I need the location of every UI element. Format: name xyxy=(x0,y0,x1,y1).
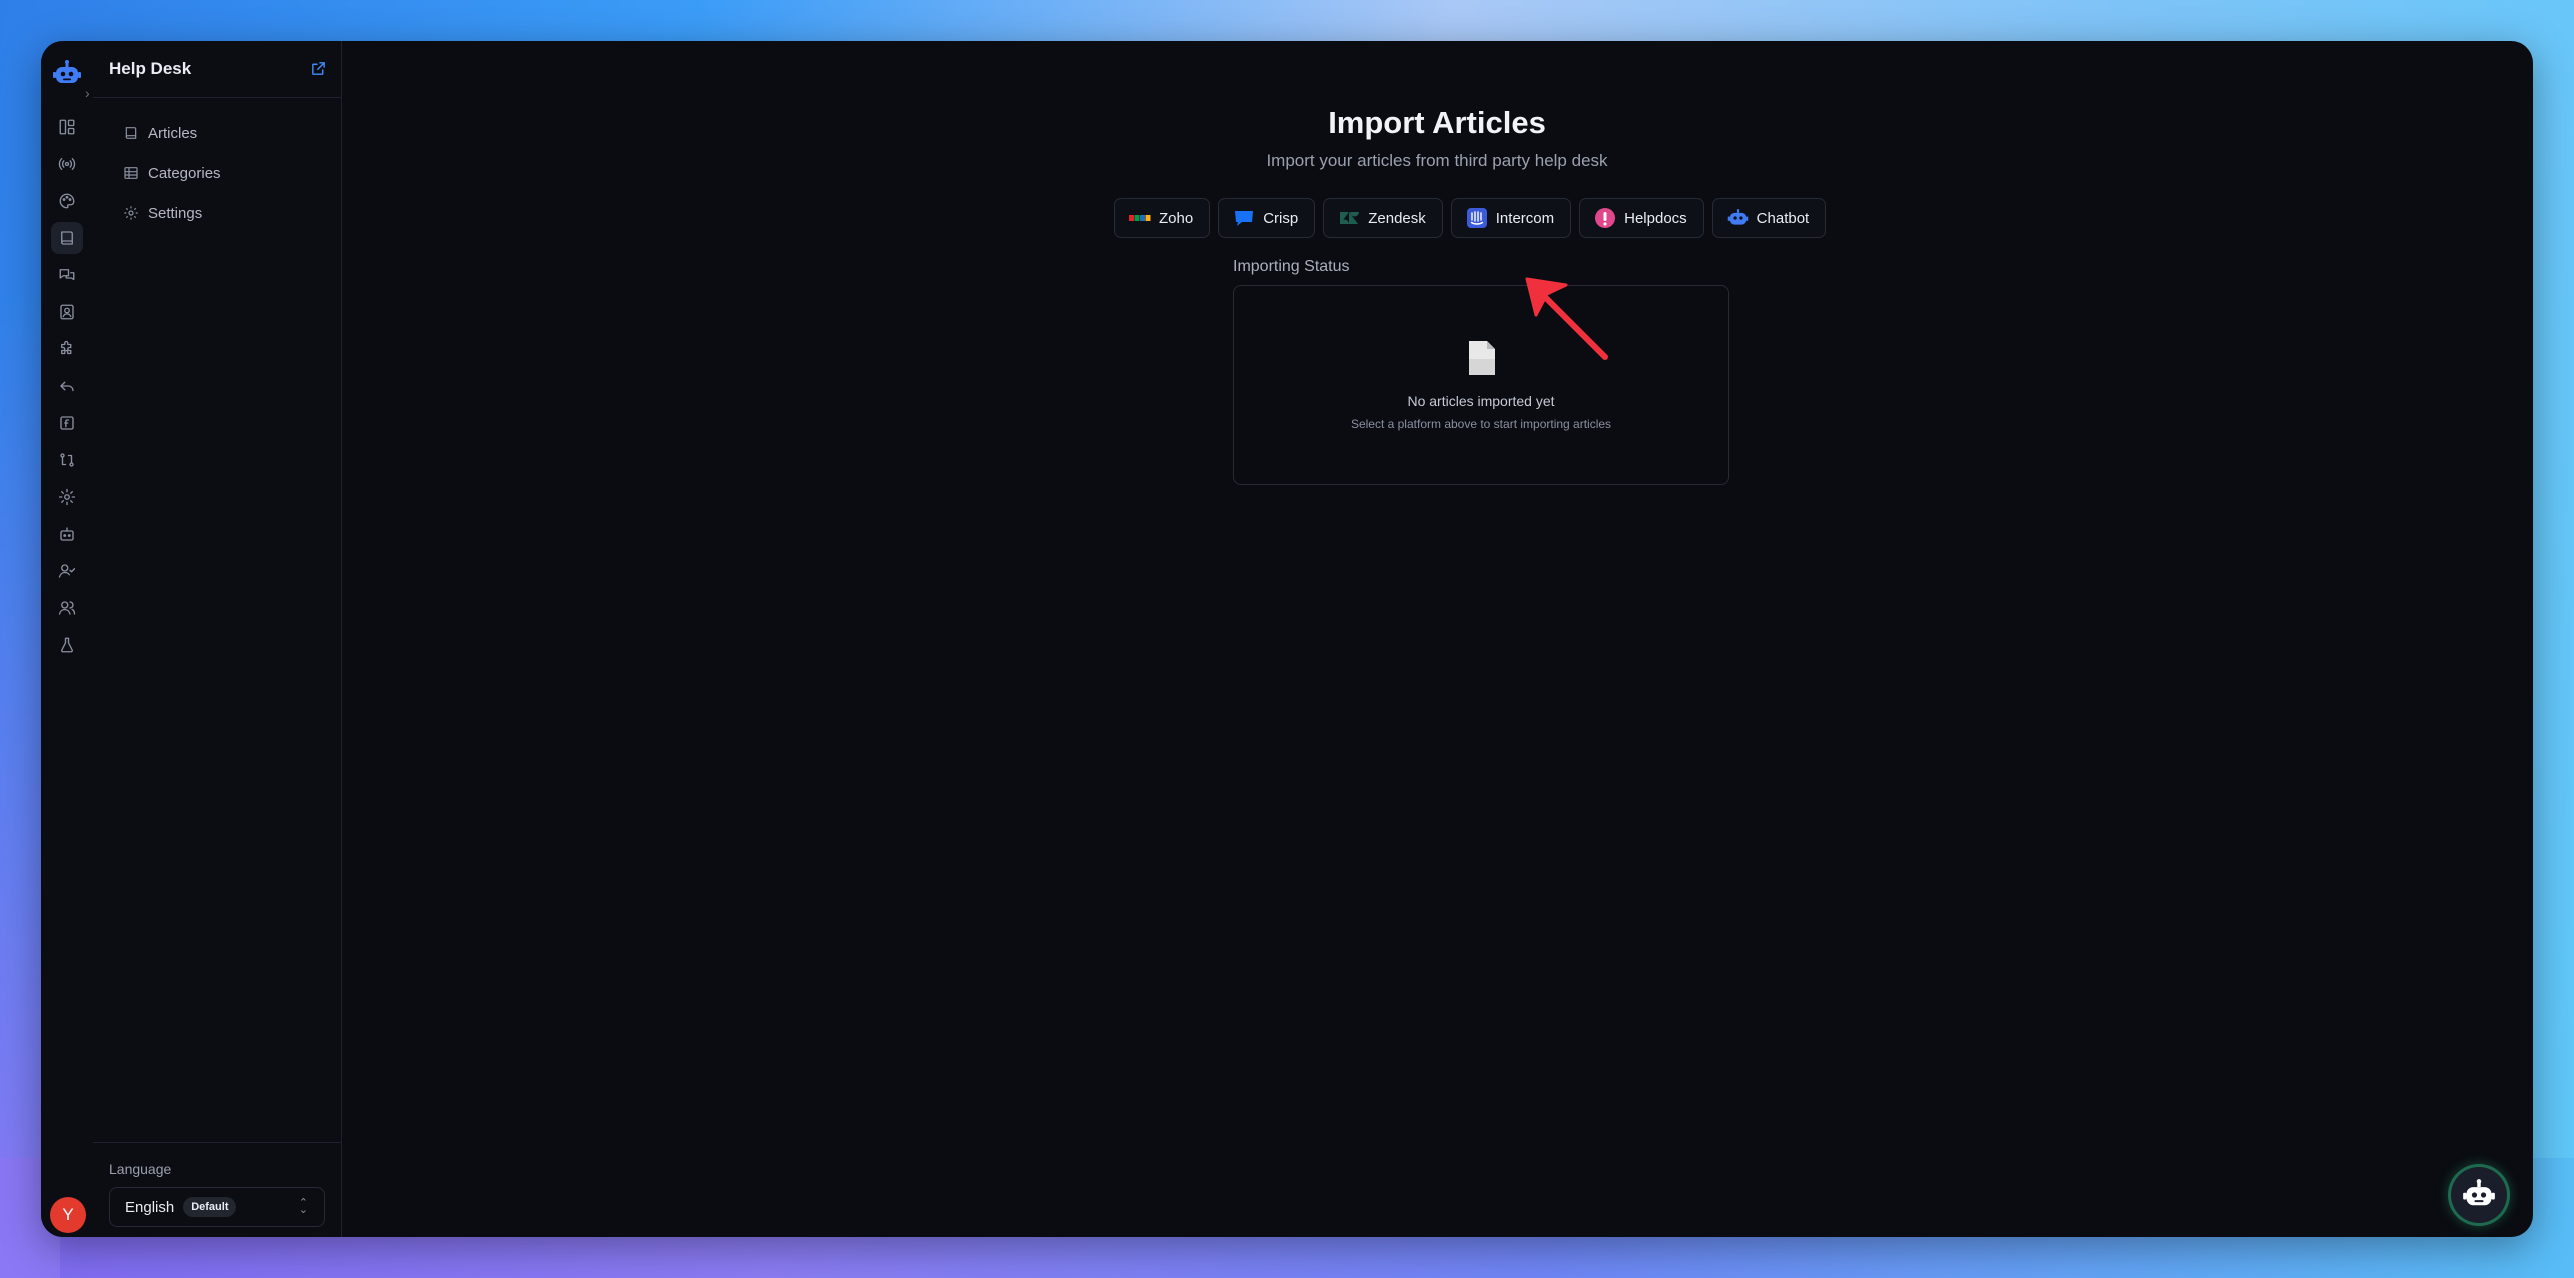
contacts-icon[interactable] xyxy=(51,296,83,328)
user-check-icon[interactable] xyxy=(51,555,83,587)
user-avatar[interactable]: Y xyxy=(50,1197,86,1233)
platform-label: Crisp xyxy=(1263,209,1299,227)
sidebar-item-categories[interactable]: Categories xyxy=(109,153,221,193)
annotation-arrow-icon xyxy=(1484,241,1624,371)
platform-label: Helpdocs xyxy=(1624,209,1687,227)
platform-label: Zendesk xyxy=(1368,209,1426,227)
gear-icon[interactable] xyxy=(51,481,83,513)
sidebar-item-articles[interactable]: Articles xyxy=(109,113,221,153)
language-select[interactable]: English Default ⌃ ⌄ xyxy=(109,1187,325,1227)
chatbot-button[interactable]: Chatbot xyxy=(1711,198,1827,238)
empty-state-subtitle: Select a platform above to start importi… xyxy=(1350,417,1612,431)
help-desk-sidebar: Help Desk Articles Categories Settings L… xyxy=(93,41,342,1237)
flask-icon[interactable] xyxy=(51,629,83,661)
language-section: Language English Default ⌃ ⌄ xyxy=(93,1142,341,1237)
sidebar-title: Help Desk xyxy=(109,59,192,78)
intercom-logo-icon xyxy=(1466,207,1488,229)
helpdocs-logo-icon xyxy=(1594,207,1616,229)
platform-label: Intercom xyxy=(1495,209,1555,227)
platform-label: Zoho xyxy=(1159,209,1194,227)
page-subtitle: Import your articles from third party he… xyxy=(1266,151,1608,170)
sidebar-item-settings[interactable]: Settings xyxy=(109,193,221,233)
table-icon xyxy=(124,167,138,179)
default-badge: Default xyxy=(183,1197,237,1217)
reply-icon[interactable] xyxy=(51,370,83,402)
chatbot-launcher-button[interactable] xyxy=(2451,1167,2507,1223)
puzzle-icon[interactable] xyxy=(51,333,83,365)
importing-status-label: Importing Status xyxy=(1233,258,1350,275)
platform-buttons: Zoho Crisp Zendesk Intercom Helpdocs Cha… xyxy=(1114,198,1827,238)
broadcast-icon[interactable] xyxy=(51,148,83,180)
conversations-icon[interactable] xyxy=(51,259,83,291)
zoho-button[interactable]: Zoho xyxy=(1114,198,1211,238)
platform-label: Chatbot xyxy=(1756,209,1810,227)
icon-rail: › Y xyxy=(41,41,94,1237)
language-label: Language xyxy=(109,1161,172,1177)
sidebar-item-label: Articles xyxy=(148,124,198,142)
page-title: Import Articles xyxy=(1328,105,1546,140)
gear-icon xyxy=(124,206,138,220)
helpdocs-button[interactable]: Helpdocs xyxy=(1579,198,1704,238)
sidebar-header: Help Desk xyxy=(93,41,341,98)
sidebar-nav: Articles Categories Settings xyxy=(109,113,221,233)
intercom-button[interactable]: Intercom xyxy=(1450,198,1572,238)
app-logo-icon[interactable] xyxy=(52,59,82,89)
app-window: › Y Help Desk Articles Categories Settin… xyxy=(41,41,2533,1237)
function-icon[interactable] xyxy=(51,407,83,439)
empty-state-title: No articles imported yet xyxy=(1407,393,1555,409)
bot-icon[interactable] xyxy=(51,518,83,550)
zendesk-logo-icon xyxy=(1338,207,1360,229)
team-icon[interactable] xyxy=(51,592,83,624)
chevron-up-down-icon: ⌃ ⌄ xyxy=(298,1197,308,1216)
dashboard-icon[interactable] xyxy=(51,111,83,143)
crisp-button[interactable]: Crisp xyxy=(1218,198,1316,238)
workflow-icon[interactable] xyxy=(51,444,83,476)
crisp-logo-icon xyxy=(1233,207,1255,229)
zendesk-button[interactable]: Zendesk xyxy=(1323,198,1443,238)
language-value: English xyxy=(125,1198,175,1216)
book-icon xyxy=(125,127,137,139)
help-desk-book-icon[interactable] xyxy=(51,222,83,254)
external-link-icon[interactable] xyxy=(310,60,327,77)
robot-icon xyxy=(2463,1179,2495,1206)
sidebar-item-label: Categories xyxy=(148,164,221,182)
sidebar-item-label: Settings xyxy=(148,204,203,222)
main-content: Import Articles Import your articles fro… xyxy=(341,41,2533,1237)
chatbot-logo-icon xyxy=(1727,207,1749,229)
palette-icon[interactable] xyxy=(51,185,83,217)
importing-status-panel: No articles imported yet Select a platfo… xyxy=(1233,285,1729,485)
zoho-logo-icon xyxy=(1129,207,1151,229)
expand-sidebar-chevron-icon[interactable]: › xyxy=(85,85,90,101)
